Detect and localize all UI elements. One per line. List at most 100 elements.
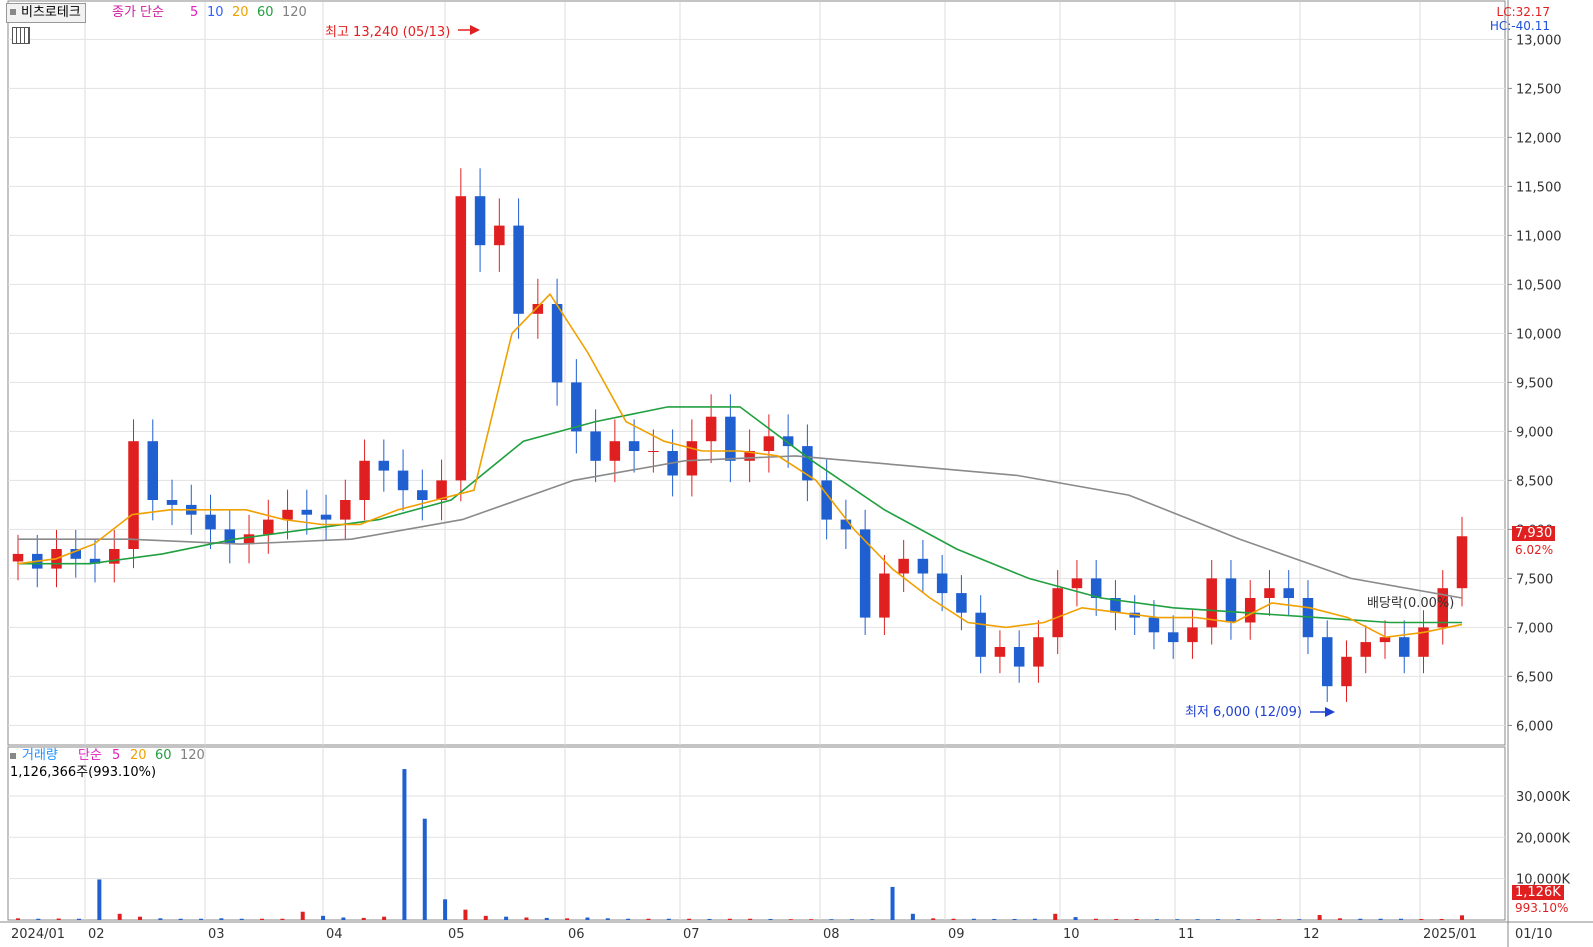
candle-body [917,558,929,574]
price-tick-label: 9,000 [1516,425,1553,440]
price-tick-label: 6,500 [1516,670,1553,685]
x-tick-label: 02 [88,927,105,942]
volume-bar [1215,919,1220,920]
candle-body [686,441,698,476]
x-tick-label: 09 [948,927,965,942]
volume-bar [1154,919,1159,920]
candle-body [1013,647,1025,667]
volume-bar [117,913,122,920]
candle-body [1187,627,1198,643]
price-tick-label: 8,500 [1516,474,1553,489]
candle-body [1167,632,1179,643]
x-tick-label: 05 [448,927,465,942]
volume-bar [870,919,875,920]
volume-bar [687,918,692,920]
volume-bar [1256,919,1261,920]
vma60-legend: 60 [155,748,172,763]
volume-bar [280,918,285,920]
volume-bar [504,916,509,920]
candle-body [1148,617,1160,633]
candle-body [1283,588,1294,598]
x-tick-label: 12 [1303,927,1320,942]
volume-bar [1378,918,1383,920]
candle-body [1341,656,1352,687]
volume-bar [158,918,163,920]
volume-bar [605,918,610,920]
volume-bar [341,917,346,920]
x-tick-label: 2025/01 [1423,927,1477,942]
x-tick-label: 08 [823,927,840,942]
max-annotation: 최고 13,240 (05/13) [325,25,451,40]
last-volume-pct: 993.10% [1515,901,1569,915]
volume-bar [829,919,834,920]
hc-readout: HC:-40.11 [1489,19,1550,33]
candle-body [1360,642,1371,657]
price-panel-frame [7,0,1506,746]
volume-bar [300,911,305,920]
candle-body [397,470,409,491]
volume-tick-label: 20,000K [1516,831,1570,846]
calendar-icon[interactable] [12,27,30,44]
candle-body [474,196,486,246]
x-tick-label: 03 [208,927,225,942]
stock-name[interactable]: 비츠로테크 [6,3,86,23]
price-tick-label: 9,500 [1516,376,1553,391]
candle-body [301,509,313,515]
candle-body [12,553,24,562]
candle-body [378,460,390,471]
x-tick-label: 07 [683,927,700,942]
volume-legend-method: 단순 [78,748,102,763]
price-legend-label: 종가 단순 [112,5,164,20]
candle-body [205,514,216,530]
volume-bar [565,918,570,920]
volume-bar [321,915,326,920]
x-tick-label: 06 [568,927,585,942]
volume-bar [422,818,427,920]
volume-bar [402,769,407,920]
price-tick-label: 6,000 [1516,719,1553,734]
candle-body [975,612,986,657]
volume-bar [1317,915,1322,920]
volume-bar [1093,918,1098,920]
candle-body [340,500,351,520]
volume-bar [443,899,448,920]
min-annotation: 최저 6,000 (12/09) [1185,705,1303,720]
price-tick-label: 10,500 [1516,278,1562,293]
vma5-legend: 5 [112,748,121,763]
volume-bar [788,919,793,920]
volume-bar [97,879,102,920]
volume-bar [809,919,814,920]
volume-bar [585,917,590,920]
volume-bar [1419,918,1424,920]
x-tick-label: 10 [1063,927,1080,942]
volume-bar [56,918,61,920]
candle-body [648,451,659,452]
candle-body [571,382,582,432]
x-tick-label: 04 [326,927,343,942]
ma60-line [18,406,1462,624]
ma60-legend: 60 [257,5,274,20]
volume-bar [1012,918,1017,920]
volume-bar [16,918,20,920]
volume-bar [992,918,997,920]
candle-body [532,304,544,314]
candle-body [1052,588,1063,638]
candle-body [513,225,524,314]
price-tick-label: 12,000 [1516,131,1562,146]
volume-bar [260,918,265,920]
volume-bar [1073,917,1078,920]
candle-body [1033,637,1044,667]
ma20-legend: 20 [232,5,249,20]
candle-body [628,441,640,451]
volume-bar [1134,918,1139,920]
volume-bar [1236,919,1241,920]
ma20-line [17,292,1463,639]
volume-bar [748,918,753,920]
volume-bar [971,918,976,920]
candle-body [609,441,621,461]
candle-body [1321,637,1333,687]
volume-bar [178,918,183,920]
candle-body [705,416,717,442]
volume-bar [951,918,956,920]
candle-body [1264,588,1275,598]
